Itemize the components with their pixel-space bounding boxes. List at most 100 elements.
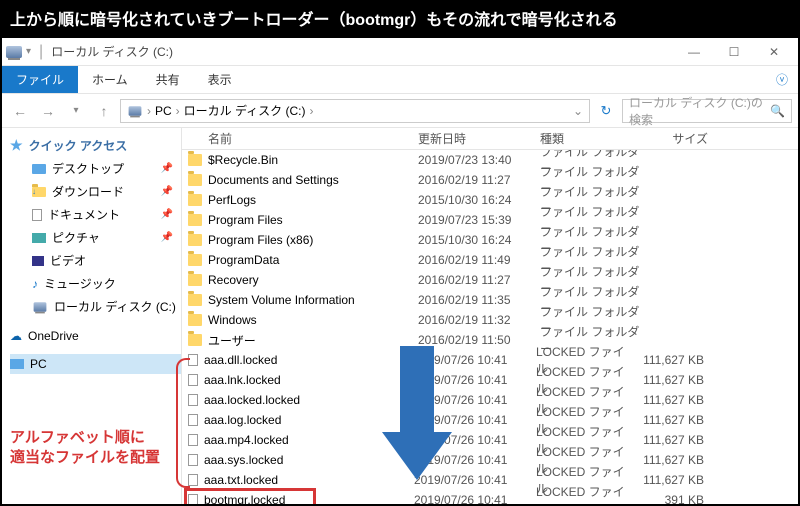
chevron-right-icon[interactable]: › [147,104,151,118]
breadcrumb-drive[interactable]: ローカル ディスク (C:) [184,102,306,119]
file-row[interactable]: ユーザー2016/02/19 11:50ファイル フォルダー [182,330,798,350]
sidebar-item-desktop[interactable]: デスクトップ📌 [10,157,181,180]
file-row[interactable]: aaa.locked.locked2019/07/26 10:41LOCKED … [182,390,798,410]
music-icon: ♪ [32,277,38,291]
videos-icon [32,256,44,266]
brace-icon [176,358,190,488]
col-name[interactable]: 名前 [208,130,418,147]
file-row[interactable]: aaa.mp4.locked2019/07/26 10:41LOCKED ファイ… [182,430,798,450]
tab-file[interactable]: ファイル [2,66,78,93]
file-list-pane: 名前 更新日時 種類 サイズ $Recycle.Bin2019/07/23 13… [182,128,798,504]
minimize-button[interactable]: — [674,39,714,65]
sidebar-item-videos[interactable]: ビデオ [10,249,181,272]
sidebar-item-pictures[interactable]: ピクチャ📌 [10,226,181,249]
breadcrumb-pc[interactable]: PC [155,104,172,118]
search-placeholder: ローカル ディスク (C:)の検索 [629,94,770,128]
file-name: Documents and Settings [208,173,418,187]
file-name: Program Files (x86) [208,233,418,247]
ribbon-expand-icon[interactable]: ⓥ [766,66,798,93]
file-row[interactable]: aaa.log.locked2019/07/26 10:41LOCKED ファイ… [182,410,798,430]
file-row[interactable]: aaa.sys.locked2019/07/26 10:41LOCKED ファイ… [182,450,798,470]
documents-icon [32,209,42,221]
explorer-window: ▾ | ローカル ディスク (C:) — ☐ ✕ ファイル ホーム 共有 表示 … [0,36,800,506]
file-row[interactable]: System Volume Information2016/02/19 11:3… [182,290,798,310]
file-row[interactable]: Recovery2016/02/19 11:27ファイル フォルダー [182,270,798,290]
col-size[interactable]: サイズ [640,130,720,147]
nav-up-button[interactable]: ↑ [92,99,116,123]
tab-view[interactable]: 表示 [194,66,246,93]
address-dropdown-icon[interactable]: ⌄ [573,104,583,118]
file-size: 391 KB [636,493,716,504]
maximize-button[interactable]: ☐ [714,39,754,65]
nav-back-button[interactable]: ← [8,99,32,123]
folder-icon [188,154,202,166]
overflow-icon[interactable]: ▾ [26,46,31,57]
file-row[interactable]: aaa.txt.locked2019/07/26 10:41LOCKED ファイ… [182,470,798,490]
sidebar-pc[interactable]: PC [10,354,181,374]
sidebar-item-music[interactable]: ♪ミュージック [10,272,181,295]
folder-icon [188,314,202,326]
downloads-icon [32,187,46,197]
file-date: 2019/07/23 13:40 [418,153,540,167]
col-type[interactable]: 種類 [540,130,640,147]
file-row[interactable]: $Recycle.Bin2019/07/23 13:40ファイル フォルダー [182,150,798,170]
file-type: LOCKED ファイル [536,483,636,504]
folder-icon [188,254,202,266]
file-icon [188,494,198,504]
sidebar-item-downloads[interactable]: ダウンロード📌 [10,180,181,203]
file-row[interactable]: aaa.dll.locked2019/07/26 10:41LOCKED ファイ… [182,350,798,370]
refresh-button[interactable]: ↻ [594,103,618,119]
file-name: $Recycle.Bin [208,153,418,167]
file-date: 2016/02/19 11:27 [418,173,540,187]
star-icon: ★ [10,137,23,154]
breadcrumb-drive-icon [129,106,142,116]
column-headers: 名前 更新日時 種類 サイズ [182,128,798,150]
file-name: bootmgr.locked [204,493,414,504]
tab-share[interactable]: 共有 [142,66,194,93]
nav-history-button[interactable]: ▾ [64,99,88,123]
file-name: PerfLogs [208,193,418,207]
file-row[interactable]: Documents and Settings2016/02/19 11:27ファ… [182,170,798,190]
search-input[interactable]: ローカル ディスク (C:)の検索 🔍 [622,99,792,123]
file-date: 2019/07/26 10:41 [414,493,536,504]
drive-icon [6,46,22,58]
file-size: 111,627 KB [636,413,716,427]
sidebar-onedrive[interactable]: ☁OneDrive [10,326,181,346]
file-row[interactable]: Windows2016/02/19 11:32ファイル フォルダー [182,310,798,330]
file-row[interactable]: Program Files2019/07/23 15:39ファイル フォルダー [182,210,798,230]
file-row[interactable]: bootmgr.locked2019/07/26 10:41LOCKED ファイ… [182,490,798,504]
chevron-right-icon[interactable]: › [176,104,180,118]
address-bar[interactable]: › PC › ローカル ディスク (C:) › ⌄ [120,99,590,123]
file-size: 111,627 KB [636,353,716,367]
col-date[interactable]: 更新日時 [418,130,540,147]
folder-icon [188,334,202,346]
nav-forward-button[interactable]: → [36,99,60,123]
file-name: Recovery [208,273,418,287]
sidebar-item-localdisk[interactable]: ローカル ディスク (C:) [10,295,181,318]
file-date: 2016/02/19 11:27 [418,273,540,287]
folder-icon [188,294,202,306]
sidebar-quick-access[interactable]: ★ クイック アクセス [10,134,181,157]
tab-home[interactable]: ホーム [78,66,142,93]
pin-icon: 📌 [161,163,173,174]
folder-icon [188,194,202,206]
file-row[interactable]: Program Files (x86)2015/10/30 16:24ファイル … [182,230,798,250]
pin-icon: 📌 [161,232,173,243]
file-date: 2015/10/30 16:24 [418,193,540,207]
sidebar-item-documents[interactable]: ドキュメント📌 [10,203,181,226]
file-row[interactable]: aaa.lnk.locked2019/07/26 10:41LOCKED ファイ… [182,370,798,390]
window-title: ローカル ディスク (C:) [51,43,173,60]
pc-icon [10,359,24,369]
file-date: 2016/02/19 11:35 [418,293,540,307]
file-date: 2019/07/23 15:39 [418,213,540,227]
file-row[interactable]: ProgramData2016/02/19 11:49ファイル フォルダー [182,250,798,270]
title-bar: ▾ | ローカル ディスク (C:) — ☐ ✕ [2,38,798,66]
chevron-right-icon[interactable]: › [310,104,314,118]
desktop-icon [32,164,46,174]
file-name: Windows [208,313,418,327]
file-name: System Volume Information [208,293,418,307]
file-row[interactable]: PerfLogs2015/10/30 16:24ファイル フォルダー [182,190,798,210]
close-button[interactable]: ✕ [754,39,794,65]
file-size: 111,627 KB [636,393,716,407]
pictures-icon [32,233,46,243]
